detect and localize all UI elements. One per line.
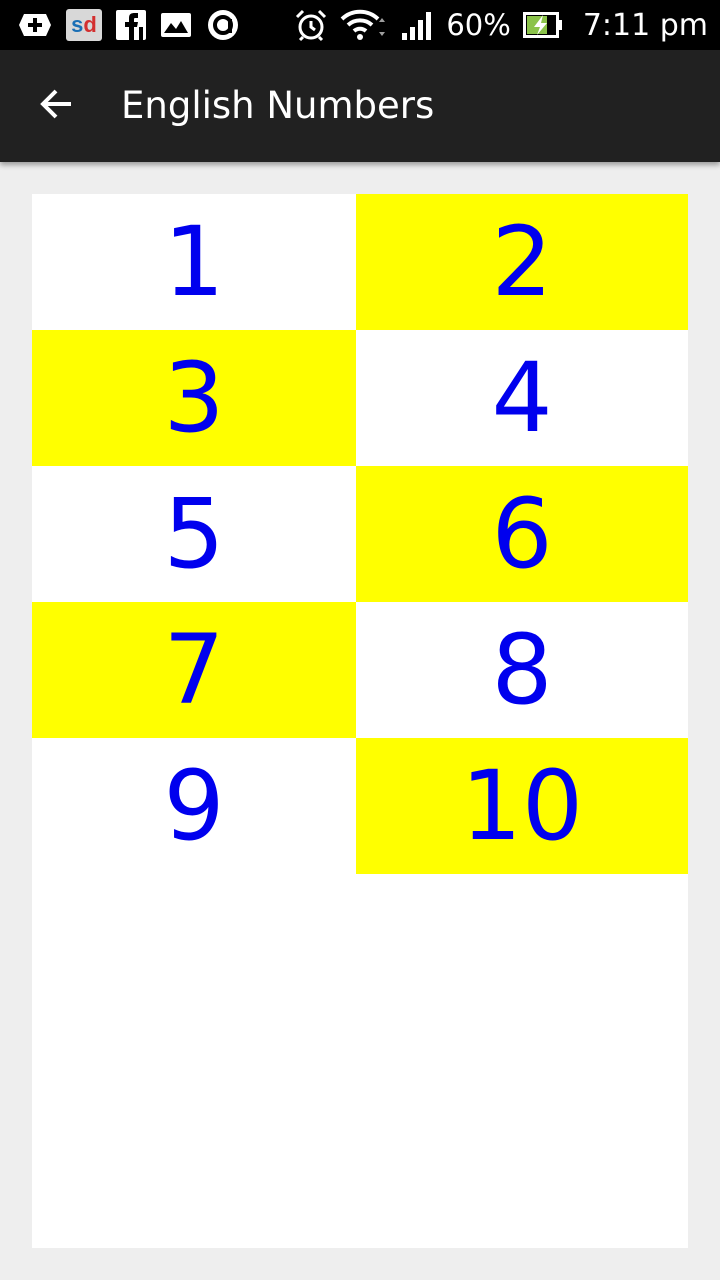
facebook-icon [116, 10, 146, 40]
app-bar: English Numbers [0, 50, 720, 162]
alert-app-icon [206, 8, 240, 42]
battery-percent: 60% [446, 8, 511, 42]
arrow-back-icon [38, 86, 74, 127]
status-bar: sd 60% 7:11 pm [0, 0, 720, 50]
sd-app-icon: sd [66, 9, 102, 41]
number-grid: 1 2 3 4 5 6 7 8 9 10 [32, 194, 688, 874]
number-cell-8[interactable]: 8 [356, 602, 688, 738]
number-cell-2[interactable]: 2 [356, 194, 688, 330]
number-cell-1[interactable]: 1 [32, 194, 356, 330]
number-cell-3[interactable]: 3 [32, 330, 356, 466]
signal-icon [400, 9, 434, 41]
number-cell-4[interactable]: 4 [356, 330, 688, 466]
game-controller-icon [18, 10, 52, 40]
number-cell-5[interactable]: 5 [32, 466, 356, 602]
content-card: 1 2 3 4 5 6 7 8 9 10 [32, 194, 688, 1248]
clock: 7:11 pm [582, 7, 708, 43]
number-cell-9[interactable]: 9 [32, 738, 356, 874]
battery-charging-icon [522, 11, 563, 39]
back-button[interactable] [24, 74, 88, 138]
system-icons: 60% 7:11 pm [294, 7, 708, 43]
notification-icons: sd [18, 7, 240, 43]
number-cell-6[interactable]: 6 [356, 466, 688, 602]
number-cell-10[interactable]: 10 [356, 738, 688, 874]
gallery-icon [160, 11, 192, 39]
wifi-icon [340, 8, 388, 42]
alarm-icon [294, 8, 328, 42]
page-title: English Numbers [121, 84, 435, 127]
number-cell-7[interactable]: 7 [32, 602, 356, 738]
